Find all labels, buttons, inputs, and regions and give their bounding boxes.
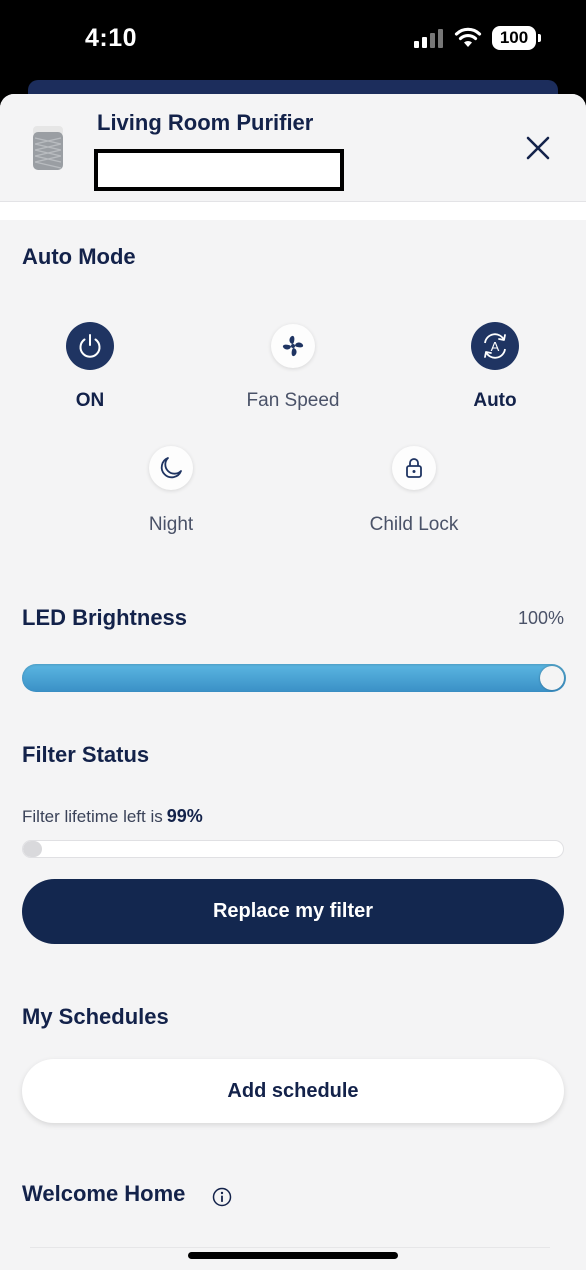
child-lock-button[interactable]: [392, 446, 436, 490]
signal-icon: [414, 29, 443, 48]
slider-knob[interactable]: [540, 666, 564, 690]
welcome-home-title: Welcome Home: [22, 1181, 186, 1206]
status-icons: 100: [414, 26, 541, 50]
auto-button[interactable]: A: [471, 322, 519, 370]
device-sheet: Living Room Purifier Auto Mode ON Fan Sp…: [0, 94, 586, 1270]
battery-indicator: 100: [492, 26, 541, 50]
filter-progress-fill: [23, 841, 42, 857]
svg-text:A: A: [491, 339, 500, 354]
moon-icon: [160, 457, 182, 479]
bottom-divider: [30, 1247, 550, 1248]
child-lock-control[interactable]: Child Lock: [334, 446, 494, 536]
redacted-subtitle: [94, 149, 344, 191]
wifi-icon: [454, 27, 482, 47]
info-icon[interactable]: [212, 1187, 232, 1207]
status-bar: 4:10 100: [0, 0, 586, 80]
fan-icon: [282, 335, 304, 357]
add-schedule-button[interactable]: Add schedule: [22, 1059, 564, 1123]
night-label: Night: [148, 514, 194, 535]
filter-lifetime-value: 99%: [166, 806, 203, 826]
auto-control[interactable]: A Auto: [415, 322, 575, 412]
device-title: Living Room Purifier: [97, 110, 314, 135]
close-icon: [526, 136, 550, 160]
divider-strip: [0, 202, 586, 220]
power-icon: [79, 334, 101, 358]
filter-lifetime-text: Filter lifetime left is 99%: [22, 806, 203, 827]
night-button[interactable]: [149, 446, 193, 490]
lock-icon: [406, 458, 422, 478]
replace-filter-button[interactable]: Replace my filter: [22, 879, 564, 944]
child-lock-label: Child Lock: [369, 514, 459, 535]
fan-speed-button[interactable]: [271, 324, 315, 368]
status-time: 4:10: [85, 24, 138, 52]
filter-progress-bar: [22, 840, 564, 858]
led-brightness-title: LED Brightness: [22, 605, 188, 630]
auto-mode-icon: A: [484, 333, 506, 359]
filter-lifetime-label: Filter lifetime left is: [22, 807, 163, 826]
filter-status-title: Filter Status: [22, 742, 150, 767]
led-brightness-slider[interactable]: [22, 664, 566, 692]
purifier-thumbnail: [33, 126, 63, 170]
fan-speed-control[interactable]: Fan Speed: [213, 322, 373, 412]
led-brightness-value: 100%: [517, 608, 564, 628]
power-label: ON: [75, 390, 105, 411]
auto-label: Auto: [473, 390, 517, 411]
power-control[interactable]: ON: [10, 322, 170, 412]
power-button[interactable]: [66, 322, 114, 370]
my-schedules-title: My Schedules: [22, 1004, 169, 1029]
night-control[interactable]: Night: [91, 446, 251, 536]
close-button[interactable]: [520, 130, 556, 166]
fan-speed-label: Fan Speed: [246, 390, 340, 411]
auto-mode-title: Auto Mode: [22, 244, 136, 269]
sheet-header: Living Room Purifier: [0, 94, 586, 202]
home-indicator[interactable]: [188, 1252, 398, 1259]
